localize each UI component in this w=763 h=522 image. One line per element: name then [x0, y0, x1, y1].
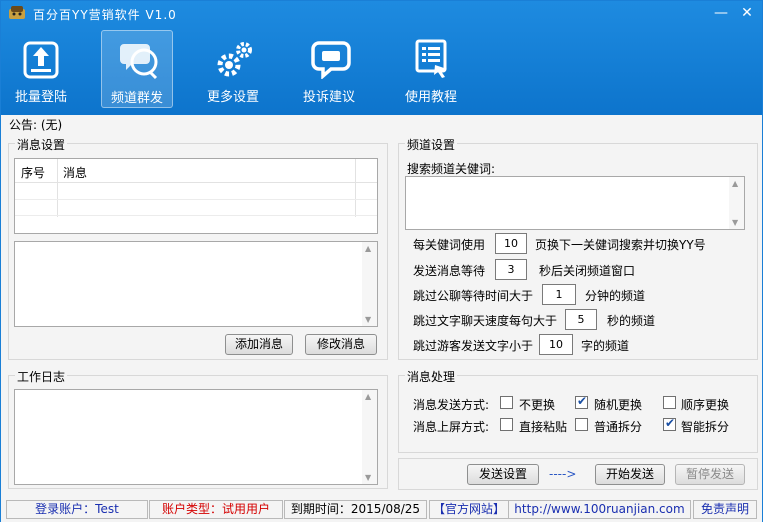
column-divider: [57, 159, 58, 217]
pages-per-keyword-input[interactable]: 10: [495, 233, 527, 254]
message-editor-scrollbar[interactable]: ▲ ▼: [362, 242, 377, 326]
message-list[interactable]: 序号 消息: [14, 158, 378, 234]
notice-text: 公告: (无): [9, 118, 63, 132]
screen-mode-label: 消息上屏方式:: [413, 420, 490, 434]
pause-send-button[interactable]: 暂停发送: [675, 464, 745, 485]
minimize-button[interactable]: —: [711, 5, 731, 23]
list-row-line: [15, 215, 377, 216]
flow-arrow: ---->: [549, 467, 577, 481]
keyword-scrollbar[interactable]: ▲ ▼: [729, 177, 744, 229]
status-bar: 登录账户：Test 账户类型：试用用户 到期时间：2015/08/25 【官方网…: [1, 498, 762, 522]
start-send-button[interactable]: 开始发送: [595, 464, 665, 485]
skip-guest-text-input[interactable]: 10: [539, 334, 573, 355]
checkmark-icon: ✔: [665, 416, 676, 430]
edit-message-button[interactable]: 修改消息: [305, 334, 377, 355]
column-divider: [355, 159, 356, 217]
send-mode-sequential-checkbox[interactable]: [663, 396, 676, 409]
nav-label: 投诉建议: [302, 90, 355, 105]
keyword-label: 搜索频道关健词:: [407, 162, 496, 176]
window-title: 百分百YY营销软件 V1.0: [33, 8, 177, 22]
screen-mode-option-label: 智能拆分: [681, 420, 730, 434]
column-header-index[interactable]: 序号: [21, 164, 45, 181]
skip-guest-text-label: 跳过游客发送文字小于: [413, 339, 534, 353]
feedback-bubble-icon: [311, 41, 351, 79]
group-title: 工作日志: [15, 368, 68, 385]
send-mode-option-label: 不更换: [519, 398, 556, 412]
skip-public-wait-input[interactable]: 1: [542, 284, 576, 305]
message-processing-group: 消息处理 消息发送方式: 不更换 ✔ 随机更换 顺序更换 消息上屏方式: 直接粘…: [398, 368, 758, 453]
screen-mode-paste-checkbox[interactable]: [500, 418, 513, 431]
send-mode-option-label: 随机更换: [594, 398, 643, 412]
nav-feedback[interactable]: 投诉建议: [293, 30, 365, 108]
gears-icon: [217, 42, 252, 77]
chat-bubbles-icon: [120, 44, 158, 80]
keyword-input[interactable]: ▲ ▼: [405, 176, 745, 230]
group-title: 消息处理: [405, 368, 458, 385]
skip-chat-speed-label: 跳过文字聊天速度每句大于: [413, 314, 558, 328]
disclaimer-link[interactable]: 免责声明: [693, 500, 757, 519]
list-header: 序号 消息: [15, 159, 377, 183]
nav-label: 频道群发: [110, 91, 163, 106]
work-log-group: 工作日志 ▲ ▼: [8, 368, 388, 489]
work-log-area[interactable]: ▲ ▼: [14, 389, 378, 485]
scroll-down-icon[interactable]: ▼: [365, 473, 371, 482]
upload-box-icon: [23, 41, 59, 79]
scroll-down-icon[interactable]: ▼: [365, 315, 371, 324]
column-header-message[interactable]: 消息: [63, 164, 87, 181]
screen-mode-normal-split-checkbox[interactable]: [575, 418, 588, 431]
expiry-status: 到期时间：2015/08/25: [284, 500, 427, 519]
nav-label: 批量登陆: [14, 90, 67, 105]
pages-per-keyword-label: 每关健词使用: [413, 238, 486, 252]
app-window: 百分百YY营销软件 V1.0 — ✕ 批量登陆 频道群发 更多设置 投诉建议 使…: [0, 0, 763, 522]
checkmark-icon: ✔: [577, 394, 588, 408]
header: 百分百YY营销软件 V1.0 — ✕ 批量登陆 频道群发 更多设置 投诉建议 使…: [1, 1, 762, 115]
send-mode-random-checkbox[interactable]: ✔: [575, 394, 588, 409]
title-bar: 百分百YY营销软件 V1.0 — ✕: [1, 1, 762, 27]
action-bar: 发送设置 ----> 开始发送 暂停发送: [398, 458, 758, 490]
send-wait-label: 发送消息等待: [413, 264, 486, 278]
scroll-up-icon[interactable]: ▲: [365, 392, 371, 401]
skip-chat-speed-suffix: 秒的频道: [607, 314, 656, 328]
send-mode-option-label: 顺序更换: [681, 398, 730, 412]
skip-public-wait-suffix: 分钟的频道: [585, 289, 646, 303]
scroll-up-icon[interactable]: ▲: [365, 244, 371, 253]
nav-tutorial[interactable]: 使用教程: [395, 30, 467, 108]
send-mode-label: 消息发送方式:: [413, 398, 490, 412]
nav-more-settings[interactable]: 更多设置: [197, 30, 269, 108]
scroll-up-icon[interactable]: ▲: [732, 179, 738, 188]
message-settings-group: 消息设置 序号 消息 ▲ ▼ 添加消息 修改消息: [8, 136, 388, 360]
group-title: 频道设置: [405, 136, 458, 153]
add-message-button[interactable]: 添加消息: [225, 334, 293, 355]
skip-chat-speed-input[interactable]: 5: [565, 309, 597, 330]
channel-settings-group: 频道设置 搜索频道关健词: ▲ ▼ 每关健词使用 10 页换下一关健词搜索并切换…: [398, 136, 758, 360]
official-site-tag: 【官方网站】: [429, 500, 509, 519]
send-mode-no-change-checkbox[interactable]: [500, 396, 513, 409]
app-logo-icon: [9, 6, 25, 19]
group-title: 消息设置: [15, 136, 68, 153]
official-site-link[interactable]: http://www.100ruanjian.com: [509, 500, 691, 519]
screen-mode-smart-split-checkbox[interactable]: ✔: [663, 416, 676, 431]
screen-mode-option-label: 直接粘贴: [519, 420, 568, 434]
nav-label: 更多设置: [206, 90, 259, 105]
nav-batch-login[interactable]: 批量登陆: [5, 30, 77, 108]
message-editor[interactable]: ▲ ▼: [14, 241, 378, 327]
send-wait-suffix: 秒后关闭频道窗口: [539, 264, 636, 278]
close-button[interactable]: ✕: [737, 5, 757, 23]
list-row-line: [15, 199, 377, 200]
work-log-scrollbar[interactable]: ▲ ▼: [362, 390, 377, 484]
skip-guest-text-suffix: 字的频道: [581, 339, 630, 353]
pages-per-keyword-suffix: 页换下一关健词搜索并切换YY号: [535, 238, 706, 252]
account-type-status: 账户类型：试用用户: [149, 500, 283, 519]
send-settings-button[interactable]: 发送设置: [467, 464, 539, 485]
nav-label: 使用教程: [404, 90, 457, 105]
send-wait-input[interactable]: 3: [495, 259, 527, 280]
tutorial-icon: [415, 39, 447, 78]
account-status: 登录账户：Test: [6, 500, 148, 519]
skip-public-wait-label: 跳过公聊等待时间大于: [413, 289, 534, 303]
screen-mode-option-label: 普通拆分: [594, 420, 643, 434]
scroll-down-icon[interactable]: ▼: [732, 218, 738, 227]
nav-channel-broadcast[interactable]: 频道群发: [101, 30, 173, 108]
